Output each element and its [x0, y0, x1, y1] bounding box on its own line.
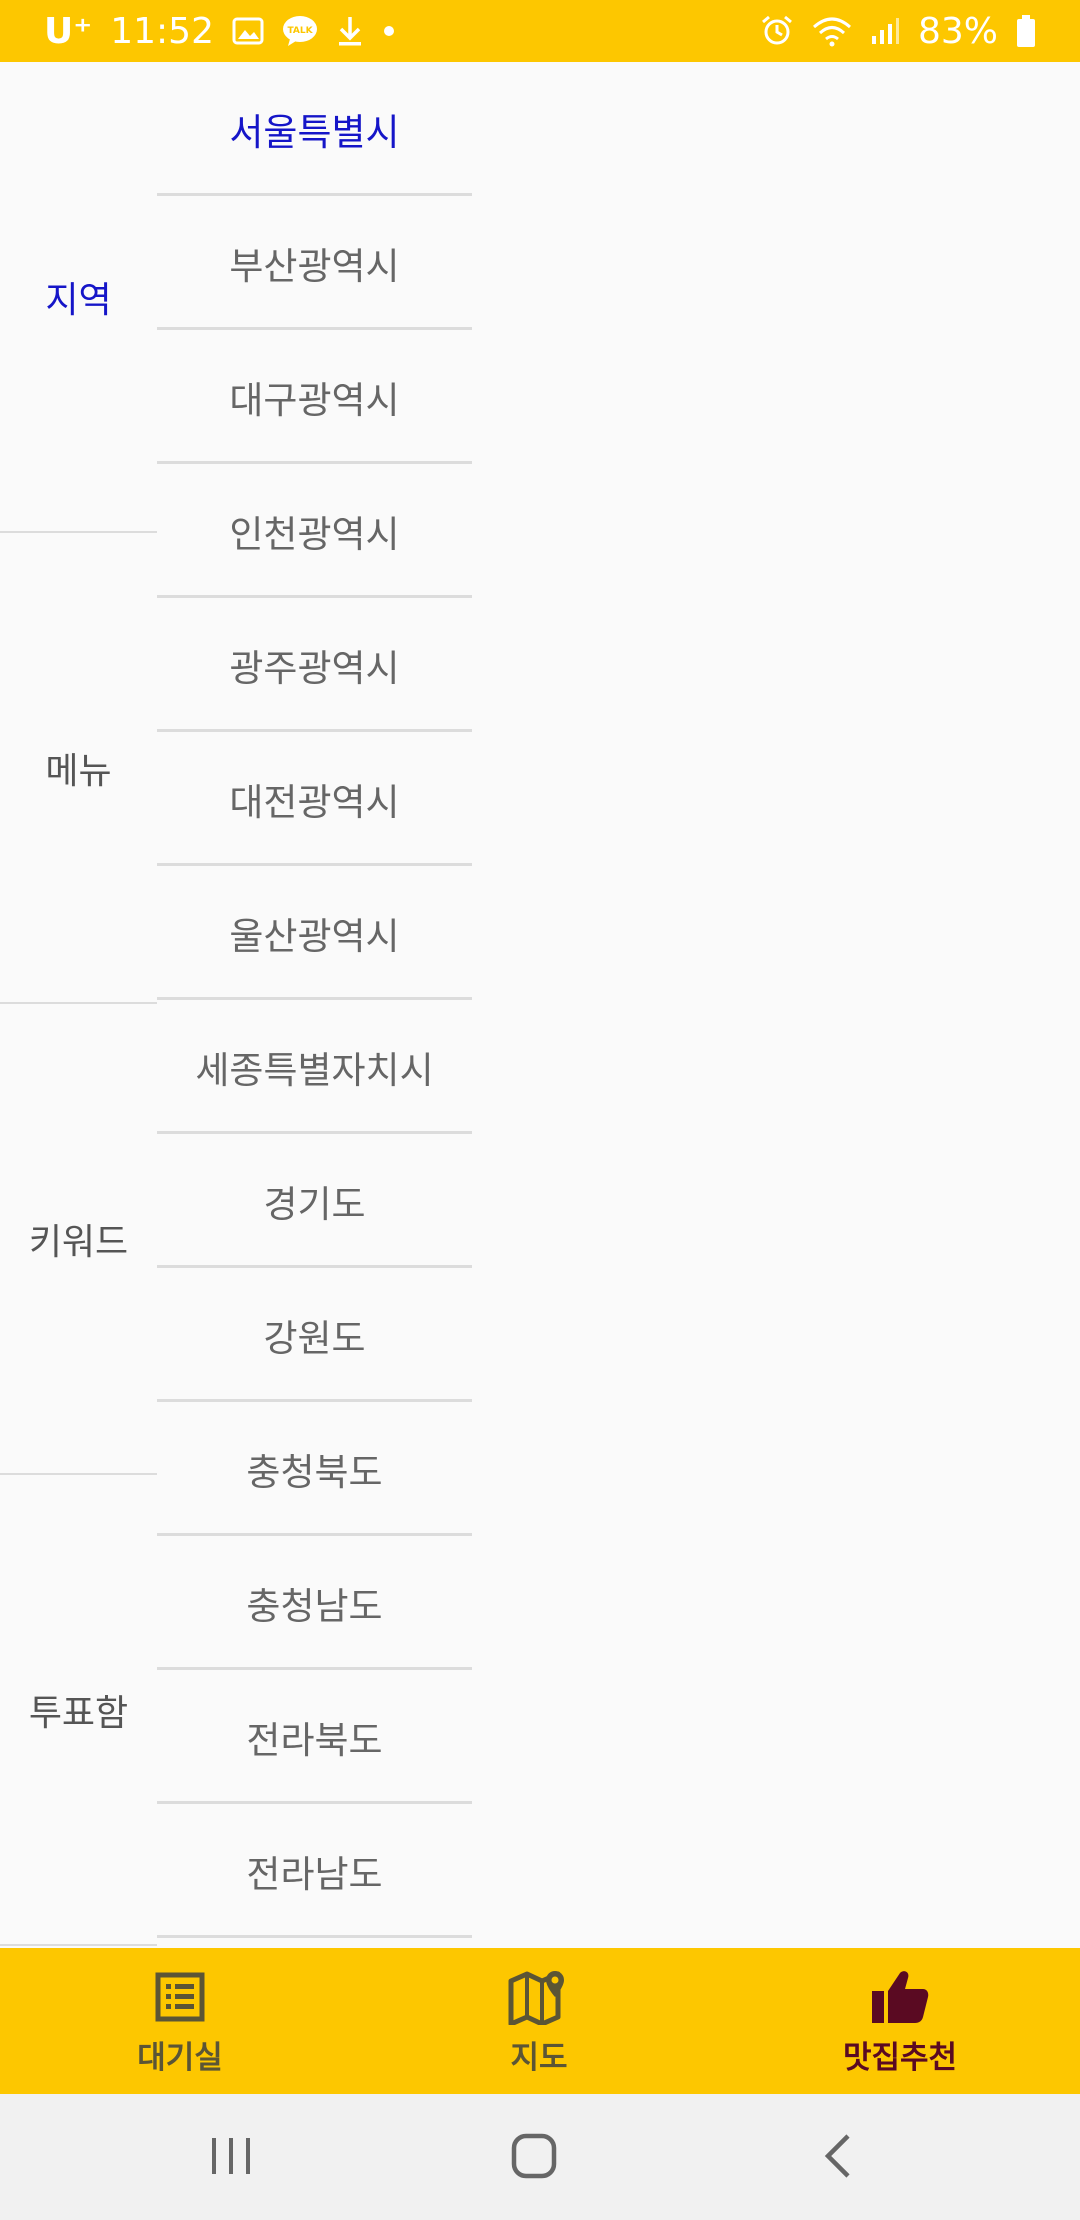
- status-bar: U⁺ 11:52 TALK 83%: [0, 0, 1080, 62]
- thumbs-up-icon: [870, 1966, 930, 2028]
- region-label: 대전광역시: [229, 781, 400, 824]
- region-divider: [157, 1935, 472, 1938]
- region-label: 충청남도: [246, 1585, 383, 1628]
- nav-restaurant-recommend[interactable]: 맛집추천: [770, 1948, 1030, 2094]
- category-label: 메뉴: [45, 750, 112, 792]
- region-item[interactable]: 서울특별시: [157, 62, 472, 196]
- kakaotalk-icon: TALK: [282, 15, 318, 47]
- region-label: 세종특별자치시: [195, 1049, 434, 1092]
- home-icon[interactable]: [510, 2132, 558, 2180]
- region-item[interactable]: 대구광역시: [157, 330, 472, 464]
- clock: 11:52: [110, 10, 214, 52]
- region-item[interactable]: 전라북도: [157, 1670, 472, 1804]
- dot-icon: [382, 24, 396, 38]
- region-item[interactable]: 광주광역시: [157, 598, 472, 732]
- region-label: 대구광역시: [229, 379, 400, 422]
- nav-label: 지도: [510, 2039, 568, 2076]
- wifi-icon: [812, 15, 852, 47]
- nav-map[interactable]: 지도: [409, 1948, 669, 2094]
- category-list: 지역 메뉴 키워드 투표함: [0, 62, 157, 1948]
- battery-icon: [1016, 14, 1036, 48]
- recent-apps-icon[interactable]: [208, 2132, 254, 2180]
- map-icon: [508, 1966, 570, 2028]
- download-icon: [336, 15, 364, 47]
- svg-text:TALK: TALK: [287, 26, 313, 36]
- region-item[interactable]: 충청남도: [157, 1536, 472, 1670]
- region-item[interactable]: 부산광역시: [157, 196, 472, 330]
- region-item[interactable]: 강원도: [157, 1268, 472, 1402]
- region-item[interactable]: 전라남도: [157, 1804, 472, 1938]
- back-icon[interactable]: [818, 2132, 858, 2180]
- region-label: 강원도: [263, 1317, 366, 1360]
- bottom-navigation: 대기실 지도 맛집추천: [0, 1948, 1080, 2094]
- category-divider: [0, 1944, 157, 1946]
- region-label: 울산광역시: [229, 915, 400, 958]
- category-label: 지역: [45, 279, 112, 321]
- region-item[interactable]: 충청북도: [157, 1402, 472, 1536]
- nav-label: 맛집추천: [842, 2039, 958, 2076]
- region-label: 인천광역시: [229, 513, 400, 556]
- region-label: 광주광역시: [229, 647, 400, 690]
- category-label: 투표함: [28, 1692, 129, 1734]
- carrier-label: U⁺: [44, 10, 93, 52]
- nav-label: 대기실: [137, 2039, 223, 2076]
- category-item-menu[interactable]: 메뉴: [0, 533, 157, 1002]
- gallery-icon: [232, 17, 264, 45]
- region-item[interactable]: 세종특별자치시: [157, 1000, 472, 1134]
- region-item[interactable]: 인천광역시: [157, 464, 472, 598]
- category-item-keyword[interactable]: 키워드: [0, 1004, 157, 1473]
- system-navigation-bar: [0, 2094, 1080, 2220]
- alarm-icon: [760, 14, 794, 48]
- signal-icon: [870, 16, 900, 46]
- region-label: 충청북도: [246, 1451, 383, 1494]
- region-item[interactable]: 대전광역시: [157, 732, 472, 866]
- main-content: 지역 메뉴 키워드 투표함 서울특별시 부산광역시 대구광역시 인천광역시 광주…: [0, 62, 1080, 1948]
- list-icon: [155, 1966, 205, 2028]
- region-item[interactable]: 경기도: [157, 1134, 472, 1268]
- category-item-region[interactable]: 지역: [0, 62, 157, 531]
- nav-waiting-room[interactable]: 대기실: [50, 1948, 310, 2094]
- region-label: 전라북도: [246, 1719, 383, 1762]
- region-item[interactable]: 울산광역시: [157, 866, 472, 1000]
- region-label: 부산광역시: [229, 245, 400, 288]
- category-label: 키워드: [28, 1221, 129, 1263]
- region-label: 경기도: [263, 1183, 366, 1226]
- region-label: 서울특별시: [229, 111, 400, 154]
- region-list[interactable]: 서울특별시 부산광역시 대구광역시 인천광역시 광주광역시 대전광역시 울산광역…: [157, 62, 472, 1948]
- region-label: 전라남도: [246, 1853, 383, 1896]
- category-item-votebox[interactable]: 투표함: [0, 1475, 157, 1944]
- battery-percent: 83%: [917, 10, 998, 52]
